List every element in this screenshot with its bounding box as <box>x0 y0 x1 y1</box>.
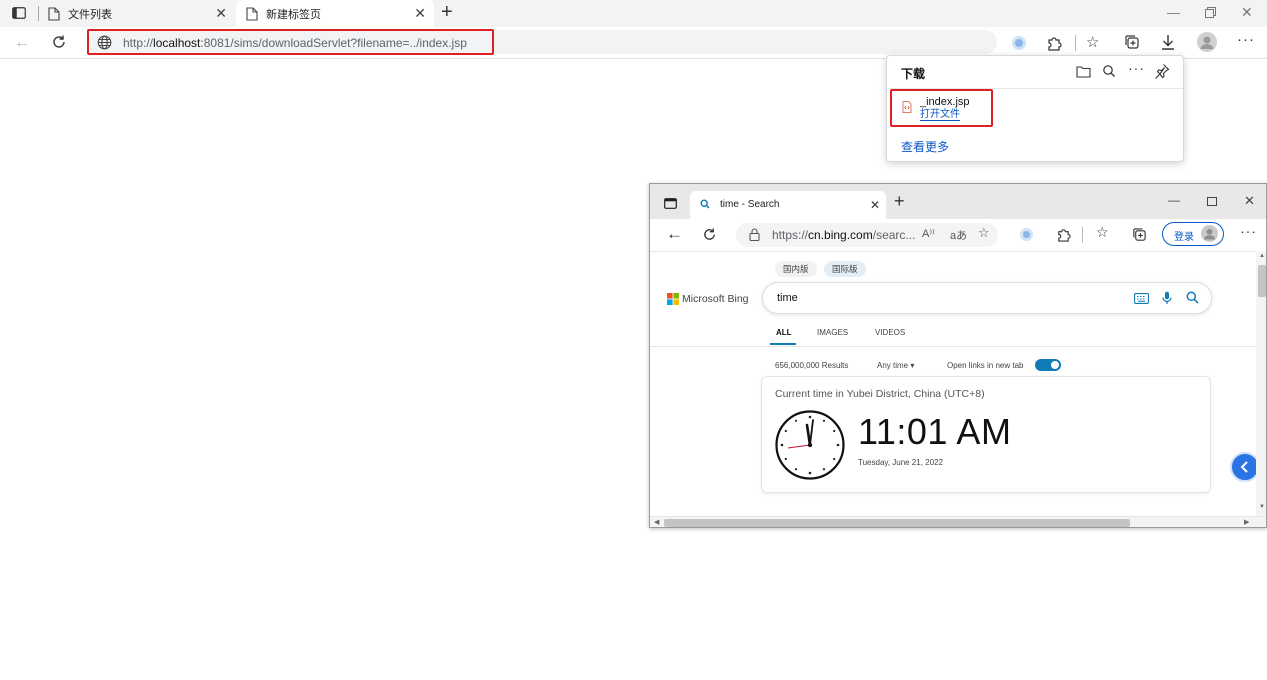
back-arrow-icon[interactable]: ← <box>666 224 683 244</box>
document-icon <box>246 6 258 21</box>
close-tab-icon[interactable]: ✕ <box>215 6 227 20</box>
card-title: Current time in Yubei District, China (U… <box>775 388 985 400</box>
tab-label: 文件列表 <box>68 8 112 21</box>
search-icon[interactable] <box>1186 291 1199 304</box>
tab-strip: 文件列表 ✕ 新建标签页 ✕ + — ✕ <box>0 0 1267 27</box>
tab-videos[interactable]: VIDEOS <box>875 328 905 337</box>
scroll-right-icon[interactable]: ▶ <box>1244 518 1249 526</box>
avatar <box>1201 225 1218 242</box>
tab-time-search[interactable]: time - Search ✕ <box>690 191 886 219</box>
region-pill-international[interactable]: 国际版 <box>824 261 866 277</box>
tab-file-list[interactable]: 文件列表 ✕ <box>48 0 235 27</box>
bing-search-icon <box>700 199 710 209</box>
analog-clock-icon <box>774 409 846 481</box>
scroll-down-icon[interactable]: ▼ <box>1259 504 1265 510</box>
translate-icon[interactable]: aあ <box>950 227 967 243</box>
download-icon[interactable] <box>1160 33 1176 51</box>
sign-in-button[interactable]: 登录 <box>1162 222 1224 246</box>
microsoft-logo-icon <box>667 293 679 305</box>
bing-results-page: 国内版 国际版 Microsoft Bing time ALL IMAGES V… <box>650 251 1260 516</box>
vertical-scrollbar[interactable]: ▲ ▼ <box>1256 251 1266 516</box>
bing-logo-text[interactable]: Microsoft Bing <box>682 293 749 305</box>
tab-divider <box>38 6 39 21</box>
current-time: 11:01 AM <box>858 411 1012 452</box>
see-more-link[interactable]: 查看更多 <box>901 138 949 155</box>
sign-in-label: 登录 <box>1174 232 1194 243</box>
downloads-more-icon[interactable]: ··· <box>1128 60 1145 76</box>
region-pill-domestic[interactable]: 国内版 <box>775 261 817 277</box>
scroll-up-icon[interactable]: ▲ <box>1259 253 1265 259</box>
url-highlight-box <box>87 29 494 55</box>
scroll-thumb[interactable] <box>1258 265 1266 297</box>
tab-new-tab[interactable]: 新建标签页 ✕ <box>236 0 434 27</box>
chevron-left-icon <box>1240 461 1248 473</box>
tab-actions-icon[interactable] <box>12 7 26 19</box>
tab-all[interactable]: ALL <box>776 328 792 337</box>
downloads-title: 下载 <box>901 67 926 81</box>
collections-icon[interactable] <box>1124 34 1140 50</box>
downloads-panel: 下载 ··· _index.jsp 打开文件 查看更多 <box>886 55 1184 162</box>
new-tab-toggle[interactable] <box>1035 359 1061 371</box>
tab-label: 新建标签页 <box>266 8 321 21</box>
embedded-browser-window: time - Search ✕ + — ✕ ← https://cn.bing.… <box>649 183 1267 528</box>
current-date: Tuesday, June 21, 2022 <box>858 458 943 467</box>
refresh-icon[interactable] <box>702 227 717 242</box>
embedded-tab-strip: time - Search ✕ + — ✕ <box>650 184 1266 219</box>
add-favorite-icon[interactable]: ☆ <box>978 225 990 241</box>
close-tab-icon[interactable]: ✕ <box>414 6 426 20</box>
document-icon <box>48 6 60 21</box>
close-window-icon[interactable]: ✕ <box>1244 193 1255 209</box>
favorites-icon[interactable]: ☆ <box>1096 224 1109 241</box>
microphone-icon[interactable] <box>1162 291 1172 305</box>
pin-icon[interactable] <box>1154 63 1170 79</box>
minimize-icon[interactable]: — <box>1168 193 1180 207</box>
favorites-icon[interactable]: ☆ <box>1086 33 1099 51</box>
new-tab-plus-icon[interactable]: + <box>894 192 905 210</box>
tab-label: time - Search <box>720 199 780 210</box>
back-arrow-icon[interactable]: ← <box>14 34 30 52</box>
close-tab-icon[interactable]: ✕ <box>870 198 880 212</box>
keyboard-icon[interactable] <box>1134 293 1149 304</box>
lock-icon <box>749 228 760 241</box>
time-answer-card: Current time in Yubei District, China (U… <box>761 376 1211 493</box>
search-box[interactable]: time <box>762 282 1212 314</box>
chevron-down-icon: ▾ <box>910 361 915 370</box>
tab-images[interactable]: IMAGES <box>817 328 848 337</box>
download-highlight-box <box>890 89 993 127</box>
open-folder-icon[interactable] <box>1076 65 1091 78</box>
minimize-icon[interactable]: — <box>1167 5 1180 20</box>
more-options-icon[interactable]: ··· <box>1240 223 1257 239</box>
embedded-navigation-bar: ← https://cn.bing.com/searc... A⁾⁾ aあ ☆ … <box>650 219 1266 251</box>
tab-actions-icon[interactable] <box>664 198 677 209</box>
toolbar-divider <box>1082 227 1083 243</box>
results-count: 656,000,000 Results <box>775 361 849 370</box>
active-tab-underline <box>770 343 796 345</box>
profile-avatar[interactable] <box>1197 32 1217 52</box>
extension-circle-icon[interactable] <box>1020 228 1033 241</box>
scroll-thumb[interactable] <box>664 519 1130 527</box>
url-text[interactable]: https://cn.bing.com/searc... <box>772 228 915 242</box>
new-tab-plus-icon[interactable]: + <box>441 2 453 22</box>
collections-icon[interactable] <box>1132 227 1147 242</box>
close-window-icon[interactable]: ✕ <box>1241 4 1253 21</box>
extension-circle-icon[interactable] <box>1012 36 1026 50</box>
extensions-puzzle-icon[interactable] <box>1056 227 1071 242</box>
divider <box>650 346 1256 347</box>
read-aloud-icon[interactable]: A⁾⁾ <box>922 227 935 240</box>
more-options-icon[interactable]: ··· <box>1237 31 1255 48</box>
maximize-icon[interactable] <box>1207 197 1217 206</box>
scroll-left-icon[interactable]: ◀ <box>654 518 659 526</box>
extensions-puzzle-icon[interactable] <box>1046 35 1062 51</box>
restore-icon[interactable] <box>1205 7 1216 18</box>
new-tab-toggle-label: Open links in new tab <box>947 361 1024 370</box>
time-filter-dropdown[interactable]: Any time ▾ <box>877 361 914 370</box>
refresh-icon[interactable] <box>51 34 67 50</box>
toolbar-divider <box>1075 35 1076 51</box>
search-query[interactable]: time <box>777 292 798 304</box>
horizontal-scrollbar[interactable]: ◀ ▶ <box>650 516 1266 527</box>
search-downloads-icon[interactable] <box>1102 64 1116 78</box>
